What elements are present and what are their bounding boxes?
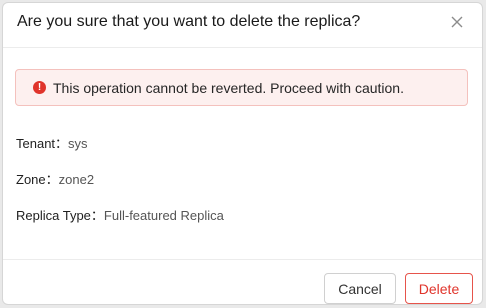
delete-replica-dialog: Are you sure that you want to delete the… (2, 2, 483, 305)
close-button[interactable] (446, 11, 468, 33)
replica-type-value: Full-featured Replica (103, 208, 224, 223)
dialog-header: Are you sure that you want to delete the… (3, 3, 482, 48)
tenant-label: Tenant： (16, 136, 69, 151)
zone-field: Zone：zone2 (16, 169, 94, 188)
cancel-button[interactable]: Cancel (324, 273, 396, 304)
close-icon (451, 16, 463, 28)
tenant-value: sys (68, 136, 88, 151)
replica-type-label: Replica Type： (16, 208, 104, 223)
replica-type-field: Replica Type：Full-featured Replica (16, 205, 224, 224)
dialog-title: Are you sure that you want to delete the… (17, 13, 361, 30)
tenant-field: Tenant：sys (16, 133, 88, 152)
delete-button[interactable]: Delete (405, 273, 473, 304)
error-icon: ! (33, 81, 46, 94)
warning-alert: ! This operation cannot be reverted. Pro… (15, 69, 468, 106)
alert-message: This operation cannot be reverted. Proce… (53, 80, 404, 96)
dialog-footer: Cancel Delete (3, 259, 482, 304)
zone-value: zone2 (58, 172, 95, 187)
zone-label: Zone： (16, 172, 59, 187)
